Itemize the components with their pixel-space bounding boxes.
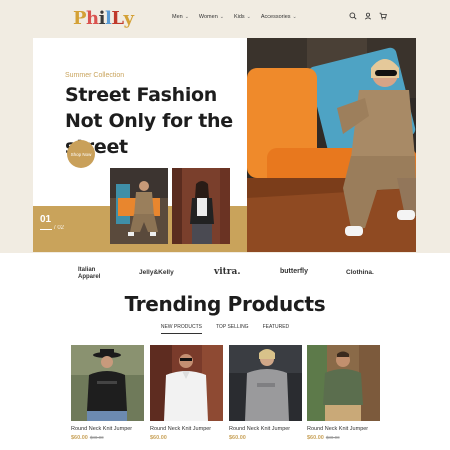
product-price: $60.00 $80.00 bbox=[307, 435, 380, 441]
product-name[interactable]: Round Neck Knit Jumper bbox=[307, 426, 380, 432]
product-card[interactable]: Round Neck Knit Jumper $60.00 $80.00 bbox=[71, 345, 144, 441]
header-actions bbox=[349, 12, 387, 20]
product-image[interactable] bbox=[150, 345, 223, 421]
tab-featured[interactable]: FEATURED bbox=[263, 324, 290, 334]
brand-logo[interactable]: Clothina. bbox=[346, 269, 374, 276]
price-old: $80.00 bbox=[89, 435, 104, 440]
price-current: $60.00 bbox=[71, 435, 88, 441]
shop-now-button[interactable]: Shop Now bbox=[67, 140, 95, 168]
nav-item-women[interactable]: Women ⌄ bbox=[199, 14, 224, 20]
cart-icon[interactable] bbox=[379, 12, 387, 20]
nav-item-label: Women bbox=[198, 14, 218, 20]
product-name[interactable]: Round Neck Knit Jumper bbox=[71, 426, 144, 432]
tab-top-selling[interactable]: TOP SELLING bbox=[216, 324, 249, 334]
nav-item-kids[interactable]: Kids ⌄ bbox=[234, 14, 251, 20]
product-card[interactable]: Round Neck Knit Jumper $60.00 bbox=[150, 345, 223, 441]
search-icon[interactable] bbox=[349, 12, 357, 20]
product-image[interactable] bbox=[71, 345, 144, 421]
hero-thumbnail-1[interactable] bbox=[110, 168, 168, 244]
logo-letter: L bbox=[111, 8, 124, 29]
site-logo[interactable]: P h i l L y bbox=[73, 7, 134, 29]
nav-item-label: Accessories bbox=[260, 14, 291, 20]
logo-letter: P bbox=[73, 8, 87, 29]
product-tabs: NEW PRODUCTS TOP SELLING FEATURED bbox=[0, 324, 450, 334]
chevron-down-icon: ⌄ bbox=[292, 14, 297, 20]
price-old: $80.00 bbox=[325, 435, 340, 440]
slide-total-number: / 02 bbox=[54, 225, 65, 231]
product-price: $60.00 $80.00 bbox=[71, 435, 144, 441]
nav-item-accessories[interactable]: Accessories ⌄ bbox=[261, 14, 297, 20]
user-icon[interactable] bbox=[364, 12, 372, 20]
product-price: $60.00 bbox=[150, 435, 223, 441]
logo-letter: h bbox=[86, 8, 99, 29]
nav-item-label: Men bbox=[172, 14, 183, 20]
slide-divider bbox=[40, 229, 52, 230]
price-current: $60.00 bbox=[229, 435, 246, 441]
hero-image bbox=[247, 38, 416, 252]
chevron-down-icon: ⌄ bbox=[219, 14, 224, 20]
chevron-down-icon: ⌄ bbox=[184, 14, 189, 20]
main-nav: Men ⌄ Women ⌄ Kids ⌄ Accessories ⌄ bbox=[172, 14, 297, 20]
brand-logo[interactable]: Italian Apparel bbox=[78, 267, 106, 281]
product-image[interactable] bbox=[229, 345, 302, 421]
brand-logo[interactable]: vitra. bbox=[214, 267, 241, 277]
slide-current-number: 01 bbox=[40, 214, 52, 225]
price-current: $60.00 bbox=[150, 435, 167, 441]
product-card[interactable]: Round Neck Knit Jumper $60.00 $80.00 bbox=[307, 345, 380, 441]
logo-letter: y bbox=[123, 8, 134, 29]
product-name[interactable]: Round Neck Knit Jumper bbox=[150, 426, 223, 432]
hero-thumbnail-2[interactable] bbox=[172, 168, 230, 244]
price-current: $60.00 bbox=[307, 435, 324, 441]
product-card[interactable]: Round Neck Knit Jumper $60.00 bbox=[229, 345, 302, 441]
section-title: Trending Products bbox=[124, 292, 326, 316]
chevron-down-icon: ⌄ bbox=[246, 14, 251, 20]
site-header: P h i l L y Men ⌄ Women ⌄ Kids ⌄ Accesso… bbox=[0, 0, 450, 38]
hero-collection-label: Summer Collection bbox=[65, 72, 125, 79]
nav-item-men[interactable]: Men ⌄ bbox=[172, 14, 189, 20]
brand-strip: Italian Apparel Jelly&Kelly vitra. butte… bbox=[0, 262, 450, 284]
product-image[interactable] bbox=[307, 345, 380, 421]
brand-logo[interactable]: butterfly bbox=[280, 268, 308, 275]
product-name[interactable]: Round Neck Knit Jumper bbox=[229, 426, 302, 432]
tab-new-products[interactable]: NEW PRODUCTS bbox=[160, 324, 202, 334]
product-price: $60.00 bbox=[229, 435, 302, 441]
nav-item-label: Kids bbox=[233, 14, 245, 20]
brand-logo[interactable]: Jelly&Kelly bbox=[139, 269, 174, 276]
